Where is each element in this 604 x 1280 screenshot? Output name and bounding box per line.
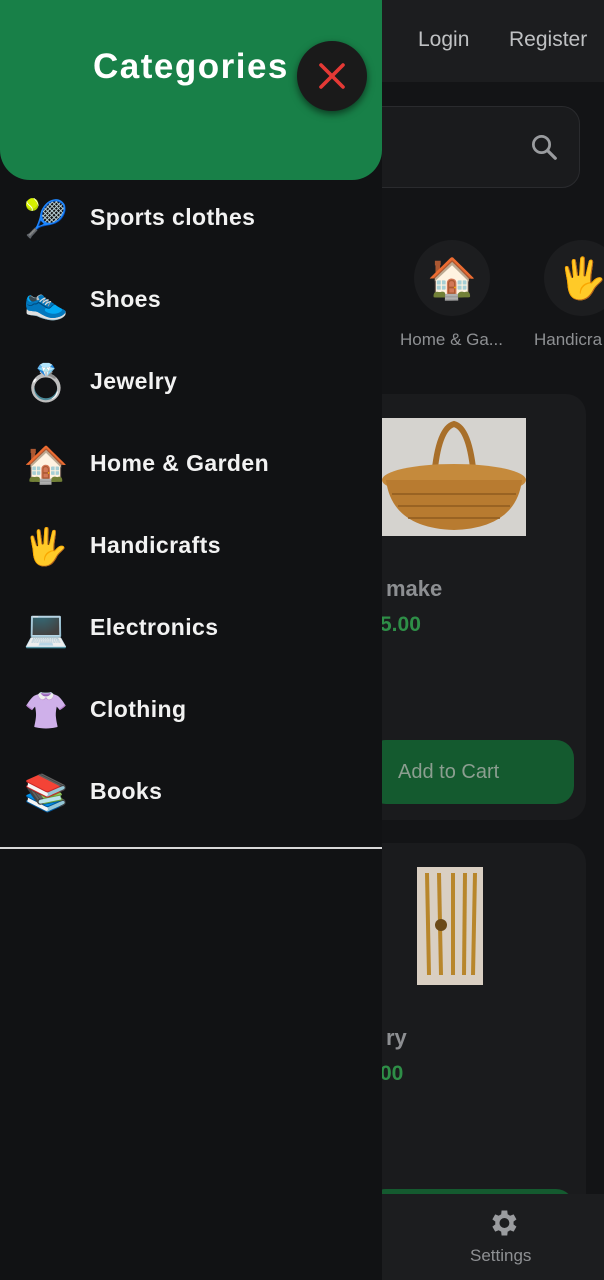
close-drawer-button[interactable]	[297, 41, 367, 111]
product-title: make	[386, 576, 443, 601]
laptop-icon: 💻	[23, 608, 69, 649]
category-chip-home-garden[interactable]: 🏠 Home & Ga...	[400, 240, 503, 349]
drawer-item-handicrafts[interactable]: 🖐 Handicrafts	[0, 506, 382, 588]
category-chip-handicrafts[interactable]: 🖐 Handicra	[534, 240, 604, 349]
drawer-item-jewelry[interactable]: 💍 Jewelry	[0, 342, 382, 424]
drawer-item-shoes[interactable]: 👟 Shoes	[0, 260, 382, 342]
category-chip-label: Handicra	[534, 330, 603, 349]
house-icon: 🏠	[414, 240, 490, 316]
drawer-item-label: Clothing	[90, 696, 187, 722]
hand-icon: 🖐	[23, 526, 69, 567]
drawer-item-label: Home & Garden	[90, 450, 270, 476]
category-chip-label: Home & Ga...	[400, 330, 503, 349]
close-icon	[319, 63, 345, 89]
categories-drawer: Categories 🎾 Sports clothes 👟 Shoes 💍 Je…	[0, 0, 382, 1280]
tennis-racket-icon: 🎾	[23, 198, 69, 239]
drawer-title: Categories	[93, 47, 289, 86]
login-link[interactable]: Login	[418, 28, 469, 52]
drawer-item-label: Sports clothes	[90, 204, 256, 230]
product-price: 5.00	[380, 613, 421, 636]
sneaker-icon: 👟	[23, 280, 69, 321]
drawer-item-home-garden[interactable]: 🏠 Home & Garden	[0, 424, 382, 506]
product-image-basket	[382, 418, 526, 536]
register-link[interactable]: Register	[509, 28, 587, 52]
add-to-cart-button[interactable]: Add to Cart	[368, 740, 574, 804]
product-title: ry	[386, 1025, 407, 1050]
drawer-divider	[0, 847, 382, 849]
hand-icon: 🖐	[544, 240, 604, 316]
drawer-item-label: Handicrafts	[90, 532, 221, 558]
ring-icon: 💍	[23, 362, 69, 403]
product-price: 00	[380, 1062, 404, 1085]
drawer-item-label: Shoes	[90, 286, 162, 312]
gear-icon[interactable]	[486, 1206, 520, 1240]
house-icon: 🏠	[23, 444, 69, 485]
drawer-item-books[interactable]: 📚 Books	[0, 752, 382, 834]
drawer-item-label: Jewelry	[90, 368, 178, 394]
drawer-item-label: Electronics	[90, 614, 219, 640]
drawer-item-clothing[interactable]: 👚 Clothing	[0, 670, 382, 752]
books-icon: 📚	[23, 772, 69, 813]
drawer-item-label: Books	[90, 778, 163, 804]
shirt-icon: 👚	[23, 690, 69, 731]
product-image-jewelry	[417, 867, 483, 985]
drawer-item-electronics[interactable]: 💻 Electronics	[0, 588, 382, 670]
settings-nav-label[interactable]: Settings	[470, 1246, 531, 1266]
search-icon[interactable]	[529, 132, 559, 162]
drawer-item-sports-clothes[interactable]: 🎾 Sports clothes	[0, 178, 382, 260]
